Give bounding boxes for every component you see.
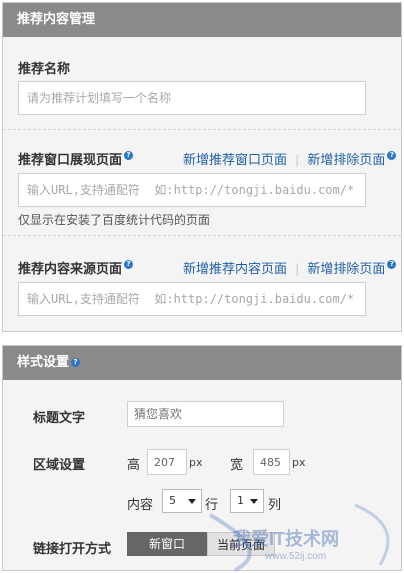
window-url-input[interactable] [18,173,366,207]
link-open-label: 链接打开方式 [33,542,112,557]
question-circle-icon[interactable]: ? [387,260,397,269]
width-label: 宽 [230,458,244,473]
title-text-label: 标题文字 [33,411,86,426]
rows-select-value: 5 [169,494,176,507]
source-pages-actions: 新增推荐内容页面 | 新增排除页面? [183,258,397,277]
source-pages-label: 推荐内容来源页面? [18,258,134,277]
window-pages-label: 推荐窗口展现页面? [18,149,134,168]
section-divider [3,129,401,130]
width-unit: px [292,456,306,469]
link-separator: | [295,262,300,276]
width-input[interactable] [253,449,290,475]
panel-title-text: 样式设置 [17,355,70,370]
area-settings-label: 区域设置 [33,458,86,473]
question-circle-icon[interactable]: ? [387,151,397,160]
section-divider [3,235,401,236]
open-new-window-option[interactable]: 新窗口 [127,532,207,556]
content-label: 内容 [127,498,154,513]
add-exclude-page-link[interactable]: 新增排除页面 [307,153,385,168]
add-content-page-link[interactable]: 新增推荐内容页面 [183,262,287,277]
add-window-page-link[interactable]: 新增推荐窗口页面 [183,153,287,168]
window-pages-label-text: 推荐窗口展现页面 [18,153,123,168]
watermark-url: www.52ij.com [265,551,327,562]
plan-name-label: 推荐名称 [18,62,71,77]
watermark: 我爱IT技术网 www.52ij.com [205,495,400,573]
caret-down-icon [188,499,196,504]
panel-title: 样式设置? [3,346,401,380]
add-exclude-page-link[interactable]: 新增排除页面 [307,262,385,277]
source-url-input[interactable] [18,282,366,316]
height-input[interactable] [147,449,187,475]
content-management-panel: 推荐内容管理 推荐名称 推荐窗口展现页面? 新增推荐窗口页面 | 新增排除页面?… [2,2,402,332]
watermark-text: 我爱IT技术网 [233,529,339,549]
panel-title: 推荐内容管理 [3,3,401,37]
height-unit: px [189,456,203,469]
plan-name-input[interactable] [18,81,366,115]
source-pages-label-text: 推荐内容来源页面 [18,262,123,277]
height-label: 高 [127,458,141,473]
install-note: 仅显示在安装了百度统计代码的页面 [18,213,211,227]
window-pages-actions: 新增推荐窗口页面 | 新增排除页面? [183,149,397,168]
rows-select[interactable]: 5 [162,489,202,513]
question-circle-icon[interactable]: ? [71,358,81,367]
link-separator: | [295,153,300,167]
question-circle-icon[interactable]: ? [124,151,134,160]
title-text-input[interactable] [127,401,284,427]
question-circle-icon[interactable]: ? [124,260,134,269]
